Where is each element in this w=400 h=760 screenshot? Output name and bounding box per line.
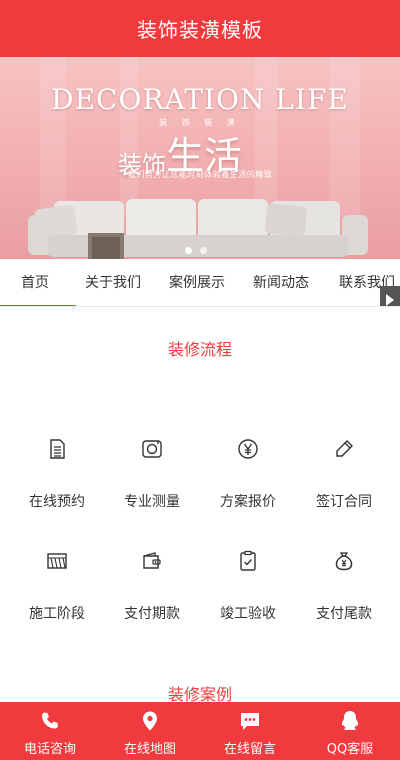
money-bag-icon: [335, 552, 353, 571]
process-section-title: 装修流程: [167, 340, 232, 359]
banner-slogan: 我们努力让您能时刻体验着生活的精致: [127, 170, 273, 179]
step-label: 施工阶段: [29, 606, 85, 622]
yuan-icon: [238, 439, 258, 459]
carousel-dot[interactable]: [200, 247, 207, 254]
bottom-item-label: 在线留言: [223, 742, 276, 757]
banner-headline: DECORATION LIFE: [51, 83, 349, 116]
step-label: 支付期款: [124, 606, 180, 622]
tab-cases[interactable]: 案例展示: [156, 259, 238, 306]
chevron-right-icon: [386, 294, 394, 306]
tab-news[interactable]: 新闻动态: [240, 259, 322, 306]
step-acceptance[interactable]: 竣工验收: [198, 549, 298, 623]
bottom-item-label: 电话咨询: [23, 742, 76, 757]
qq-service-button[interactable]: QQ客服: [300, 702, 400, 760]
nav-tabs: 首页 关于我们 案例展示 新闻动态 联系我们: [0, 259, 400, 307]
document-icon: [50, 439, 65, 459]
bottom-item-label: 在线地图: [123, 742, 176, 757]
clipboard-check-icon: [240, 550, 256, 571]
tab-home[interactable]: 首页: [0, 259, 76, 306]
carousel-dot[interactable]: [185, 247, 192, 254]
qq-icon: [341, 711, 359, 731]
bottom-item-label: QQ客服: [326, 742, 374, 757]
top-header: 装饰装潢模板: [0, 0, 400, 57]
step-contract[interactable]: 签订合同: [294, 437, 394, 511]
nav-scroll-arrow[interactable]: [380, 286, 400, 306]
step-label: 竣工验收: [220, 606, 276, 622]
step-label: 签订合同: [316, 494, 372, 510]
step-label: 在线预约: [29, 494, 85, 510]
step-payment-installment[interactable]: 支付期款: [102, 549, 202, 623]
tape-measure-icon: [142, 440, 162, 458]
bottom-action-bar: 电话咨询 在线地图 在线留言 QQ客服: [0, 702, 400, 760]
carousel-dots: [185, 247, 207, 254]
step-label: 支付尾款: [316, 606, 372, 622]
phone-consult-button[interactable]: 电话咨询: [0, 702, 100, 760]
step-label: 专业测量: [124, 494, 180, 510]
pencil-icon: [336, 440, 353, 457]
tab-about[interactable]: 关于我们: [72, 259, 154, 306]
map-pin-icon: [143, 711, 157, 731]
step-final-payment[interactable]: 支付尾款: [294, 549, 394, 623]
construction-icon: [47, 553, 67, 569]
online-map-button[interactable]: 在线地图: [100, 702, 200, 760]
page-title: 装饰装潢模板: [137, 18, 263, 42]
step-measure[interactable]: 专业测量: [102, 437, 202, 511]
step-online-booking[interactable]: 在线预约: [7, 437, 107, 511]
step-construction[interactable]: 施工阶段: [7, 549, 107, 623]
hero-banner[interactable]: DECORATION LIFE 装 饰 装 潢 装饰生活 我们努力让您能时刻体验…: [0, 57, 400, 259]
step-quote[interactable]: 方案报价: [198, 437, 298, 511]
message-icon: [241, 713, 259, 730]
wallet-icon: [143, 552, 161, 569]
step-label: 方案报价: [220, 494, 276, 510]
phone-icon: [42, 712, 58, 729]
online-message-button[interactable]: 在线留言: [200, 702, 300, 760]
